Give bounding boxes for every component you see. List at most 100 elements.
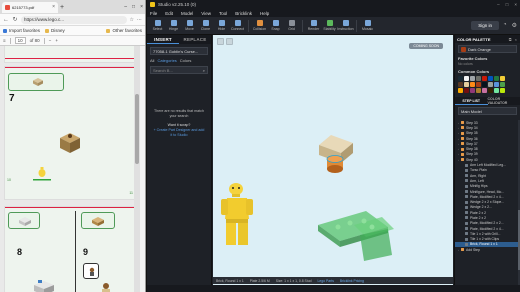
color-select[interactable]: Dark Orange [458, 45, 517, 53]
notification-icon[interactable]: ◔ [503, 22, 507, 29]
scrollbar-thumb[interactable] [135, 94, 139, 164]
color-swatch[interactable] [494, 76, 499, 81]
model-select[interactable]: Main Model [458, 107, 517, 115]
browser-tab[interactable]: 6215773.pdf × [2, 1, 58, 13]
menu-bricklink[interactable]: Bricklink [235, 11, 252, 16]
menu-edit[interactable]: Edit [165, 11, 173, 16]
chevron-right-icon[interactable]: › [458, 152, 459, 156]
color-swatch[interactable] [476, 76, 481, 81]
menu-icon[interactable]: ⋯ [137, 17, 142, 23]
color-swatch[interactable] [464, 76, 469, 81]
color-swatch[interactable] [458, 82, 463, 87]
filter-colors[interactable]: Colors [180, 58, 192, 63]
sign-in-button[interactable]: Sign in [471, 21, 499, 30]
menu-file[interactable]: File [150, 11, 157, 16]
minimize-icon[interactable]: – [497, 2, 500, 7]
bookmark-other[interactable]: Other favorites [106, 28, 142, 33]
bookmark-import[interactable]: Import favorites [3, 28, 40, 33]
menu-tool[interactable]: Tool [219, 11, 227, 16]
chevron-right-icon[interactable]: › [458, 126, 459, 130]
status-pricing-link[interactable]: Bricklink Pricing [340, 279, 364, 283]
color-swatch[interactable] [476, 88, 481, 93]
pdf-menu-icon[interactable]: ≡ [3, 38, 6, 43]
chevron-right-icon[interactable]: › [458, 142, 459, 146]
color-swatch[interactable] [470, 82, 475, 87]
color-swatch[interactable] [482, 82, 487, 87]
common-colors-header[interactable]: Common Colors [458, 69, 517, 74]
settings-icon[interactable]: ⚙ [512, 22, 517, 29]
color-swatch[interactable] [494, 88, 499, 93]
menu-view[interactable]: View [201, 11, 211, 16]
url-field[interactable]: https://www.lego.c... [21, 15, 127, 24]
close-icon[interactable]: × [514, 2, 517, 7]
color-swatch[interactable] [482, 76, 487, 81]
pdf-scrollbar[interactable] [134, 46, 140, 292]
search-icon[interactable]: ⌕ [203, 68, 205, 73]
minimize-icon[interactable]: – [124, 4, 127, 10]
color-swatch[interactable] [458, 76, 463, 81]
toolbar-mosaic-button[interactable]: Mosaic [360, 18, 375, 34]
color-swatch[interactable] [470, 76, 475, 81]
view-cube-icon[interactable] [217, 38, 224, 45]
toolbar-collision-button[interactable]: Collision [252, 18, 267, 34]
menu-model[interactable]: Model [181, 11, 193, 16]
status-lego-parts-link[interactable]: Lego Parts [318, 279, 334, 283]
tab-insert[interactable]: INSERT [147, 35, 179, 44]
tab-replace[interactable]: REPLACE [179, 35, 211, 44]
color-swatch[interactable] [470, 88, 475, 93]
close-icon[interactable]: × [140, 4, 143, 10]
palette-header-icons[interactable]: ⧉ × [509, 37, 518, 42]
toolbar-hide-button[interactable]: Hide [214, 18, 229, 34]
brick-assembly-model[interactable] [313, 133, 359, 177]
chevron-right-icon[interactable]: › [458, 147, 459, 151]
bookmark-disney[interactable]: Disney [45, 28, 65, 33]
chevron-right-icon[interactable]: › [458, 158, 459, 162]
chevron-right-icon[interactable]: › [458, 121, 459, 125]
chevron-right-icon[interactable]: › [458, 131, 459, 135]
part-search-input[interactable]: Search B... ⌕ [150, 66, 208, 74]
3d-viewport[interactable]: COMING SOON [213, 35, 453, 285]
toolbar-move-button[interactable]: Move [182, 18, 197, 34]
camera-icon[interactable] [226, 38, 233, 45]
tab-step-list[interactable]: STEP LIST [455, 97, 488, 105]
filter-categories[interactable]: Categories [157, 58, 176, 63]
menu-help[interactable]: Help [260, 11, 269, 16]
new-tab-icon[interactable]: + [60, 4, 64, 11]
refresh-icon[interactable]: ↻ [12, 16, 18, 23]
chevron-right-icon[interactable]: › [458, 137, 459, 141]
maximize-icon[interactable]: □ [132, 4, 135, 10]
toolbar-clone-button[interactable]: Clone [198, 18, 213, 34]
maximize-icon[interactable]: □ [506, 2, 509, 7]
toolbar-connect-button[interactable]: Connect [230, 18, 245, 34]
color-swatch[interactable] [500, 76, 505, 81]
chevron-right-icon[interactable]: › [458, 248, 459, 252]
filter-all[interactable]: All [150, 58, 154, 63]
pdf-content[interactable]: 7 10 11 8 9 [0, 46, 140, 292]
part-designer-link[interactable]: + Create Part Designer and add it to Stu… [153, 128, 205, 138]
set-select[interactable]: 77058-1 Goblin's Curse... [150, 47, 208, 55]
color-swatch[interactable] [476, 82, 481, 87]
toolbar-snap-button[interactable]: Snap [268, 18, 283, 34]
color-swatch[interactable] [500, 88, 505, 93]
back-icon[interactable]: ← [3, 17, 9, 23]
minifig-model[interactable] [219, 181, 265, 251]
color-swatch[interactable] [464, 88, 469, 93]
color-swatch[interactable] [482, 88, 487, 93]
color-swatch[interactable] [488, 88, 493, 93]
toolbar-instruction-button[interactable]: Instruction [337, 18, 354, 34]
pdf-page-input[interactable]: 10 [14, 37, 26, 44]
color-swatch[interactable] [488, 82, 493, 87]
zoom-out-icon[interactable]: − [49, 38, 52, 43]
color-swatch[interactable] [464, 82, 469, 87]
toolbar-hinge-button[interactable]: Hinge [166, 18, 181, 34]
toolbar-stability-button[interactable]: Stability [322, 18, 337, 34]
toolbar-select-button[interactable]: Select [150, 18, 165, 34]
favorite-colors-header[interactable]: Favorite Colors [458, 56, 517, 61]
color-swatch[interactable] [494, 82, 499, 87]
close-tab-icon[interactable]: × [52, 4, 55, 10]
tab-color-validator[interactable]: COLOR VALIDATOR [488, 97, 520, 105]
plate-assembly-model[interactable] [308, 205, 398, 265]
color-swatch[interactable] [458, 88, 463, 93]
zoom-in-icon[interactable]: + [55, 38, 58, 43]
toolbar-grid-button[interactable]: Grid [284, 18, 299, 34]
